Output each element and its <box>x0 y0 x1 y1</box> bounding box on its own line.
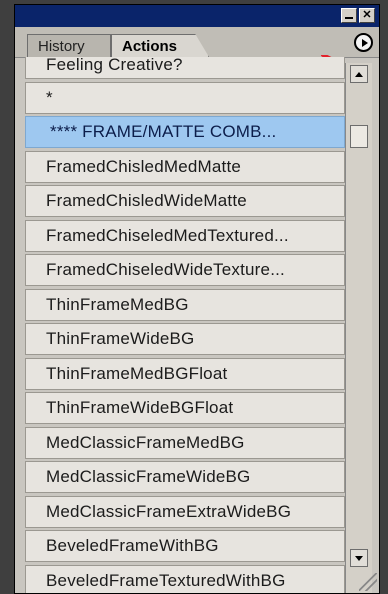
tab-actions[interactable]: Actions <box>111 34 209 57</box>
action-item[interactable]: MedClassicFrameMedBG <box>25 426 345 459</box>
tab-strip: History Actions <box>15 27 379 75</box>
resize-grip-icon[interactable] <box>359 573 377 591</box>
action-item-label: ThinFrameWideBGFloat <box>46 398 234 417</box>
action-item[interactable]: MedClassicFrameWideBG <box>25 461 345 493</box>
tab-history-label: History <box>38 37 85 55</box>
action-item-label: **** FRAME/MATTE COMB... <box>50 122 277 141</box>
scroll-down-button[interactable] <box>350 549 368 567</box>
action-item[interactable]: ThinFrameMedBG <box>25 288 345 321</box>
action-item-label: MedClassicFrameWideBG <box>46 467 251 486</box>
action-item-label: FramedChiseledMedTextured... <box>46 225 289 245</box>
action-item[interactable]: * <box>25 81 345 114</box>
action-item[interactable]: ThinFrameMedBGFloat <box>25 357 345 390</box>
action-item[interactable]: BeveledFrameTexturedWithBG <box>25 564 345 593</box>
tab-actions-label: Actions <box>122 37 178 55</box>
minimize-icon <box>345 16 353 19</box>
close-icon: ✕ <box>362 9 372 21</box>
minimize-button[interactable] <box>341 8 357 23</box>
action-item-label: MedClassicFrameMedBG <box>46 432 245 452</box>
action-item[interactable]: Feeling Creative? <box>25 57 345 79</box>
action-item[interactable]: ThinFrameWideBGFloat <box>25 392 345 424</box>
action-item-label: BeveledFrameWithBG <box>46 536 219 555</box>
actions-panel: ✕ History Actions Feeling Creative? * ****… <box>14 4 380 594</box>
scroll-thumb[interactable] <box>350 125 368 148</box>
panel-titlebar[interactable]: ✕ <box>15 5 379 27</box>
action-item-label: Feeling Creative? <box>46 57 183 74</box>
tab-history[interactable]: History <box>27 34 111 57</box>
vertical-scrollbar[interactable] <box>345 63 372 593</box>
close-button[interactable]: ✕ <box>359 8 375 23</box>
action-item-label: FramedChiseledWideTexture... <box>46 260 285 279</box>
action-item-label: FramedChisledWideMatte <box>46 191 247 210</box>
arrow-down-icon <box>355 555 363 561</box>
actions-list: Feeling Creative? * **** FRAME/MATTE COMB.… <box>25 57 345 593</box>
action-item-label: * <box>46 87 53 107</box>
panel-menu-button[interactable] <box>354 33 373 52</box>
action-item[interactable]: FramedChisledWideMatte <box>25 185 345 217</box>
arrow-up-icon <box>355 71 363 77</box>
action-item-label: BeveledFrameTexturedWithBG <box>46 570 286 590</box>
action-item[interactable]: FramedChiseledWideTexture... <box>25 254 345 286</box>
action-item[interactable]: ThinFrameWideBG <box>25 323 345 355</box>
action-item-label: ThinFrameMedBG <box>46 294 189 314</box>
play-circle-icon <box>361 38 368 47</box>
scroll-up-button[interactable] <box>350 65 368 83</box>
action-item[interactable]: FramedChisledMedMatte <box>25 150 345 183</box>
action-item-label: ThinFrameWideBG <box>46 329 195 348</box>
action-item-label: FramedChisledMedMatte <box>46 156 242 176</box>
action-item-selected[interactable]: **** FRAME/MATTE COMB... <box>25 116 345 148</box>
action-item[interactable]: MedClassicFrameExtraWideBG <box>25 495 345 528</box>
action-item-label: ThinFrameMedBGFloat <box>46 363 228 383</box>
action-item[interactable]: BeveledFrameWithBG <box>25 530 345 562</box>
action-item[interactable]: FramedChiseledMedTextured... <box>25 219 345 252</box>
action-item-label: MedClassicFrameExtraWideBG <box>46 501 292 521</box>
